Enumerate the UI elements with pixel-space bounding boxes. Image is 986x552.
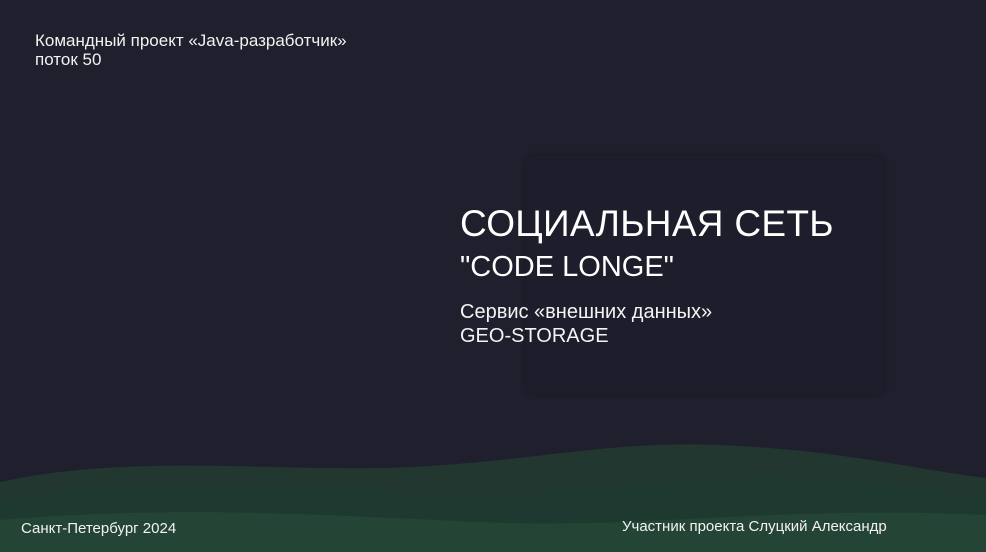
project-header: Командный проект «Java-разработчик» пото… <box>35 31 347 69</box>
stream-number: поток 50 <box>35 50 102 69</box>
service-description: Сервис «внешних данных» GEO-STORAGE <box>460 300 712 348</box>
service-type: Сервис «внешних данных» <box>460 301 713 323</box>
service-name: GEO-STORAGE <box>460 325 609 347</box>
slide-title: СОЦИАЛЬНАЯ СЕТЬ <box>460 203 834 244</box>
slide-subtitle: "CODE LONGE" <box>460 251 674 283</box>
footer-participant: Участник проекта Слуцкий Александр <box>622 518 887 535</box>
slide: Командный проект «Java-разработчик» пото… <box>0 0 986 552</box>
project-name: Командный проект «Java-разработчик» <box>35 31 347 50</box>
footer-city-year: Санкт-Петербург 2024 <box>21 520 177 537</box>
